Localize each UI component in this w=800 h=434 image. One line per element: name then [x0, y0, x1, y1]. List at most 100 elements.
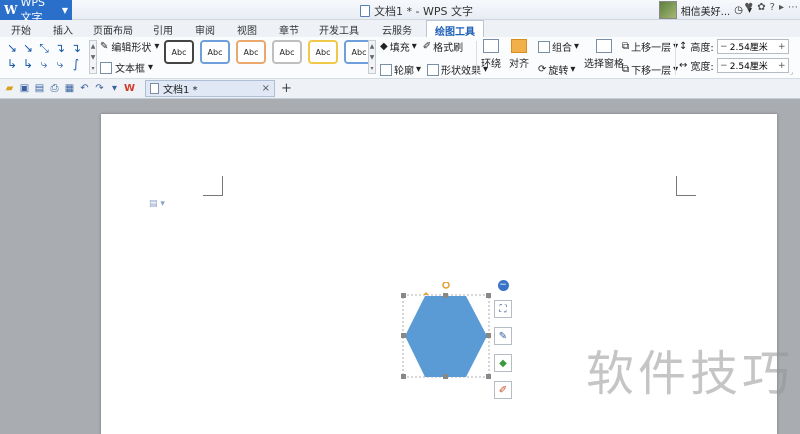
tab-developer[interactable]: 开发工具 [310, 20, 368, 37]
arrow-icon[interactable]: ↘ [20, 40, 36, 56]
elbow-double-arrow-icon[interactable]: ↳ [4, 56, 20, 72]
elbow-arrow-icon[interactable]: ↴ [68, 40, 84, 56]
close-icon[interactable]: × [262, 83, 270, 94]
collapse-icon[interactable]: − [497, 280, 509, 291]
selection-pane-button[interactable]: 选择窗格 [584, 39, 624, 70]
resize-handle[interactable] [443, 293, 448, 298]
align-button[interactable]: 对齐 [509, 39, 529, 70]
curve-connector-icon[interactable]: ↳ [20, 56, 36, 72]
curve-double-arrow-icon[interactable]: ⤷ [52, 56, 68, 72]
width-row: ↔ 宽度: − + [679, 58, 789, 73]
divider [476, 41, 477, 75]
freeform-icon[interactable]: ∫ [68, 56, 84, 72]
resize-handle[interactable] [401, 293, 406, 298]
export-pdf-icon[interactable]: ▤ [34, 83, 45, 94]
shape-effects-button[interactable]: 形状效果 ▾ [427, 62, 488, 77]
hexagon[interactable] [405, 296, 487, 377]
edit-shape-button[interactable]: ✎ 编辑形状 ▾ [100, 39, 159, 54]
shape-style-4[interactable]: Abc [272, 40, 302, 64]
print-preview-icon[interactable]: ▦ [64, 83, 75, 94]
layer-tools: ⧉ 上移一层 ▾ ⧉ 下移一层 ▾ [622, 39, 678, 77]
fill-button[interactable]: ◆ 填充 ▾ [380, 39, 417, 54]
selection-pane-icon [596, 39, 612, 53]
document-icon [150, 83, 159, 94]
chevron-down-icon: ▾ [154, 41, 160, 52]
skin-icon[interactable]: ♥ [744, 2, 753, 13]
title-bar: W WPS 文字 ▼ 文档1 * - WPS 文字 相信美好... ◷ ▾ ♥ … [0, 0, 800, 24]
app-menu-button[interactable]: W WPS 文字 ▼ [0, 0, 72, 24]
send-backward-button[interactable]: ⧉ 下移一层 ▾ [622, 62, 678, 77]
shape-style-5[interactable]: Abc [308, 40, 338, 64]
chevron-down-icon[interactable]: ▾ [109, 83, 120, 94]
tab-review[interactable]: 审阅 [184, 20, 226, 37]
width-decrease-button[interactable]: − [718, 61, 730, 71]
settings-icon[interactable]: ✿ [757, 2, 765, 13]
double-arrow-icon[interactable]: ⤡ [36, 40, 52, 56]
edit-shape-label: 编辑形状 [111, 43, 152, 54]
elbow-connector-icon[interactable]: ↴ [52, 40, 68, 56]
print-icon[interactable]: ⎙ [49, 83, 60, 94]
redo-icon[interactable]: ↷ [94, 83, 105, 94]
tab-page-layout[interactable]: 页面布局 [84, 20, 142, 37]
paragraph-layout-icon[interactable]: ▤ ▾ [149, 199, 165, 209]
clock-icon: ◷ [734, 4, 743, 16]
tab-cloud-service[interactable]: 云服务 [368, 20, 426, 37]
document-canvas[interactable]: ▤ ▾ − ⛶ ✎ ◆ ✐ 软件技巧 [0, 100, 800, 434]
shape-style-1[interactable]: Abc [164, 40, 194, 64]
shape-style-2[interactable]: Abc [200, 40, 230, 64]
curve-arrow-icon[interactable]: ⤷ [36, 56, 52, 72]
open-folder-icon[interactable]: ▰ [4, 83, 15, 94]
group-label: 组合 [552, 43, 572, 54]
dialog-launcher-icon[interactable]: ⌟ [466, 69, 469, 76]
outline-pen-icon[interactable]: ✐ [494, 381, 512, 399]
height-label: 高度: [690, 43, 714, 54]
margin-corner-mark [203, 176, 223, 196]
dialog-launcher-icon[interactable]: ⌟ [790, 69, 793, 76]
styles-scroll[interactable]: ▲ ▼ ▾ [368, 40, 376, 74]
wrap-layout-icon[interactable]: ⛶ [494, 300, 512, 318]
hexagon-shape[interactable] [401, 282, 493, 382]
rotate-label: 旋转 [548, 66, 569, 77]
avatar [658, 1, 677, 19]
height-decrease-button[interactable]: − [718, 42, 730, 52]
height-input[interactable] [729, 40, 776, 53]
tab-home[interactable]: 开始 [0, 20, 42, 37]
feedback-icon[interactable]: ▸ [779, 2, 784, 13]
resize-handle[interactable] [486, 374, 491, 379]
document-tab[interactable]: 文档1 * × [145, 80, 275, 97]
group-button[interactable]: 组合 ▾ [538, 39, 579, 54]
resize-handle[interactable] [401, 374, 406, 379]
help-icon[interactable]: ? [770, 2, 775, 13]
rotate-handle[interactable] [442, 282, 450, 289]
tab-references[interactable]: 引用 [142, 20, 184, 37]
gallery-scroll[interactable]: ▲ ▼ ▾ [89, 40, 97, 74]
resize-handle[interactable] [443, 374, 448, 379]
save-icon[interactable]: ▣ [19, 83, 30, 94]
width-input[interactable] [729, 59, 776, 72]
resize-handle[interactable] [486, 293, 491, 298]
outline-button[interactable]: 轮廓 ▾ [380, 62, 421, 77]
adjust-handle[interactable] [423, 292, 429, 295]
tab-drawing-tools[interactable]: 绘图工具 [426, 20, 484, 38]
user-account[interactable]: 相信美好... ◷ ▾ [658, 0, 752, 20]
bring-forward-button[interactable]: ⧉ 上移一层 ▾ [622, 39, 678, 54]
menu-icon[interactable]: ⋯ [788, 2, 798, 13]
line-arrow-icon[interactable]: ↘ [4, 40, 20, 56]
fill-bucket-icon[interactable]: ◆ [494, 354, 512, 372]
height-increase-button[interactable]: + [776, 42, 788, 52]
tab-view[interactable]: 视图 [226, 20, 268, 37]
format-painter-button[interactable]: ✐ 格式刷 [423, 39, 463, 54]
rotate-button[interactable]: ⟳ 旋转 ▾ [538, 62, 579, 77]
resize-handle[interactable] [401, 333, 406, 338]
resize-handle[interactable] [486, 333, 491, 338]
width-increase-button[interactable]: + [776, 61, 788, 71]
align-label: 对齐 [509, 59, 529, 70]
tab-insert[interactable]: 插入 [42, 20, 84, 37]
wrap-button[interactable]: 环绕 [481, 39, 501, 70]
text-box-button[interactable]: 文本框 ▾ [100, 60, 159, 75]
new-tab-button[interactable]: + [281, 81, 292, 96]
shape-style-3[interactable]: Abc [236, 40, 266, 64]
edit-shape-icon[interactable]: ✎ [494, 327, 512, 345]
undo-icon[interactable]: ↶ [79, 83, 90, 94]
tab-section[interactable]: 章节 [268, 20, 310, 37]
